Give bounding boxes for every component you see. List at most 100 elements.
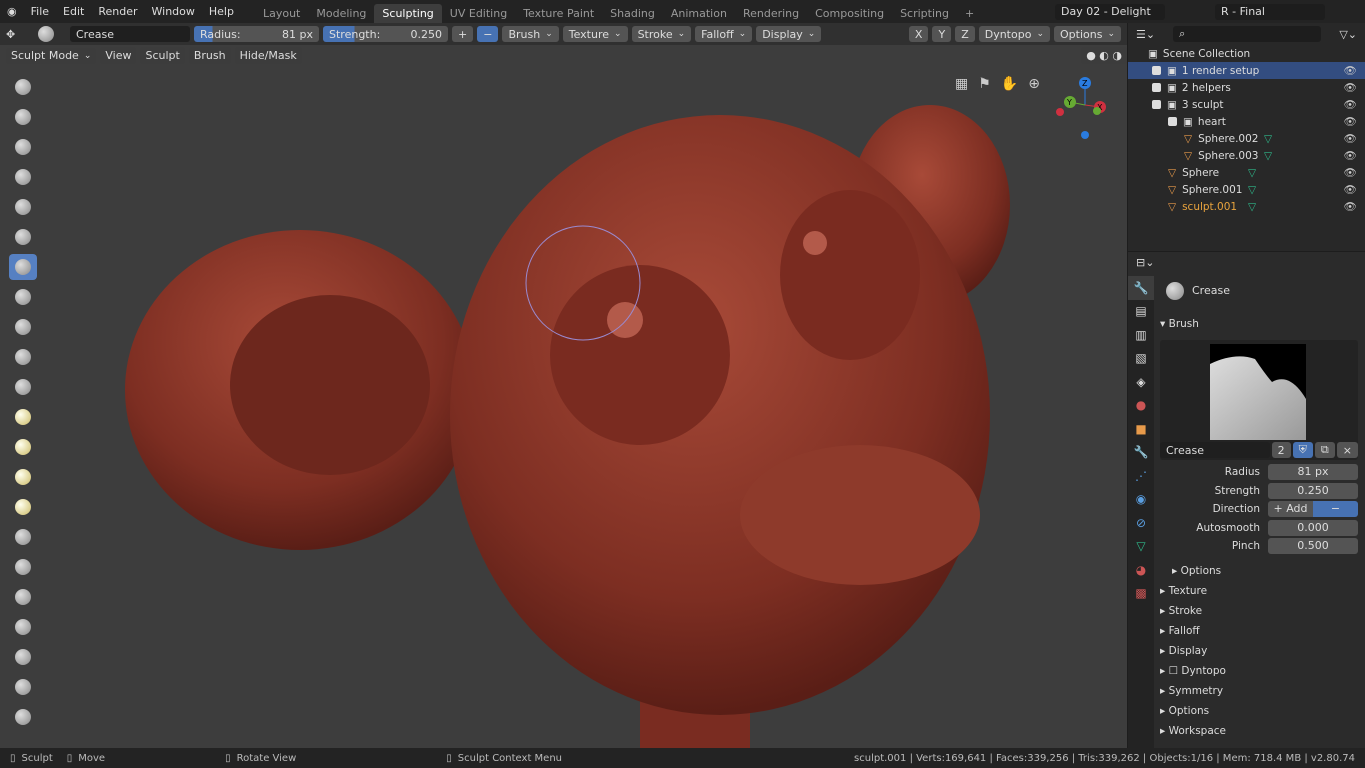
eye-icon[interactable]: 👁: [1344, 115, 1357, 128]
outliner-item[interactable]: ▽ sculpt.001 ▽ 👁: [1128, 198, 1365, 215]
sculpt-tool-4[interactable]: [9, 164, 37, 190]
add-direction-button[interactable]: +: [452, 26, 474, 42]
brush-preview-image[interactable]: [1210, 344, 1306, 440]
eye-icon[interactable]: 👁: [1344, 166, 1357, 179]
hide-mask-menu[interactable]: Hide/Mask: [234, 47, 302, 64]
3d-viewport[interactable]: [0, 45, 1127, 748]
tab-animation[interactable]: Animation: [663, 4, 735, 23]
sculpt-menu[interactable]: Sculpt: [140, 47, 185, 64]
sculpt-tool-18[interactable]: [9, 584, 37, 610]
sculpt-tool-6[interactable]: [9, 224, 37, 250]
brush-name-field[interactable]: Crease: [1160, 442, 1270, 458]
zoom-icon[interactable]: ⊕: [1028, 76, 1040, 92]
camera-icon[interactable]: ⚑: [978, 76, 991, 92]
radius-slider[interactable]: 81 px: [1268, 464, 1358, 481]
panel-texture[interactable]: ▸ Texture: [1160, 585, 1207, 597]
blender-logo-icon[interactable]: ◉: [0, 5, 24, 18]
sculpt-tool-10[interactable]: [9, 344, 37, 370]
hand-icon[interactable]: ✋: [1001, 76, 1018, 92]
sculpt-tool-11[interactable]: [9, 374, 37, 400]
tab-compositing[interactable]: Compositing: [807, 4, 892, 23]
strength-slider[interactable]: 0.250: [1268, 483, 1358, 500]
tool-settings-icon[interactable]: ✥: [6, 28, 34, 41]
outliner-item[interactable]: ▣ 1 render setup 👁: [1128, 62, 1365, 79]
outliner-item[interactable]: ▽ Sphere ▽ 👁: [1128, 164, 1365, 181]
options-menu[interactable]: Options: [1054, 26, 1121, 42]
radius-field[interactable]: Radius: 81 px: [194, 26, 319, 42]
sculpt-tool-19[interactable]: [9, 614, 37, 640]
data-tab-icon[interactable]: ▽: [1128, 535, 1154, 559]
view-layer-tab-icon[interactable]: ▧: [1128, 347, 1154, 371]
outliner-item[interactable]: ▣ 2 helpers 👁: [1128, 79, 1365, 96]
mode-selector[interactable]: Sculpt Mode: [6, 47, 97, 64]
tool-tab-icon[interactable]: 🔧: [1128, 276, 1154, 300]
fake-user-shield-icon[interactable]: ⛨: [1292, 442, 1313, 458]
tab-texture-paint[interactable]: Texture Paint: [515, 4, 602, 23]
sculpt-tool-3[interactable]: [9, 134, 37, 160]
world-tab-icon[interactable]: ●: [1128, 394, 1154, 418]
brush-menu[interactable]: Brush: [502, 26, 559, 42]
shading-solid-icon[interactable]: ● ◐ ◑: [1081, 47, 1127, 64]
display-mode-icon[interactable]: ☰⌄: [1136, 28, 1155, 41]
panel-symmetry[interactable]: ▸ Symmetry: [1160, 685, 1223, 697]
tab-scripting[interactable]: Scripting: [892, 4, 957, 23]
falloff-menu[interactable]: Falloff: [695, 26, 753, 42]
outliner-item[interactable]: ▽ Sphere.003 ▽ 👁: [1128, 147, 1365, 164]
tab-shading[interactable]: Shading: [602, 4, 663, 23]
output-tab-icon[interactable]: ▥: [1128, 323, 1154, 347]
eye-icon[interactable]: 👁: [1344, 200, 1357, 213]
subtract-direction-button[interactable]: −: [477, 26, 499, 42]
menu-edit[interactable]: Edit: [56, 5, 91, 18]
panel-dyntopo[interactable]: ▸ ☐ Dyntopo: [1160, 665, 1226, 677]
panel-workspace[interactable]: ▸ Workspace: [1160, 725, 1226, 737]
checkbox-icon[interactable]: [1152, 83, 1161, 92]
outliner-item[interactable]: ▣ 3 sculpt 👁: [1128, 96, 1365, 113]
dyntopo-menu[interactable]: Dyntopo: [978, 26, 1050, 42]
close-icon[interactable]: ×: [1336, 442, 1358, 458]
outliner-item[interactable]: ▣ heart 👁: [1128, 113, 1365, 130]
menu-file[interactable]: File: [24, 5, 56, 18]
sculpt-tool-8[interactable]: [9, 284, 37, 310]
menu-render[interactable]: Render: [91, 5, 144, 18]
eye-icon[interactable]: 👁: [1344, 132, 1357, 145]
stroke-menu[interactable]: Stroke: [631, 26, 692, 42]
eye-icon[interactable]: 👁: [1344, 64, 1357, 77]
options-subpanel[interactable]: ▸ Options: [1172, 565, 1221, 577]
sculpt-tool-5[interactable]: [9, 194, 37, 220]
checkbox-icon[interactable]: [1152, 100, 1161, 109]
sculpt-tool-14[interactable]: [9, 464, 37, 490]
sculpt-tool-22[interactable]: [9, 704, 37, 730]
particles-tab-icon[interactable]: ⋰: [1128, 464, 1154, 488]
checkbox-icon[interactable]: [1168, 117, 1177, 126]
physics-tab-icon[interactable]: ◉: [1128, 488, 1154, 512]
render-tab-icon[interactable]: ▤: [1128, 300, 1154, 324]
panel-stroke[interactable]: ▸ Stroke: [1160, 605, 1202, 617]
grid-icon[interactable]: ▦: [955, 76, 968, 92]
panel-options[interactable]: ▸ Options: [1160, 705, 1209, 717]
strength-field[interactable]: Strength: 0.250: [323, 26, 448, 42]
outliner-search[interactable]: ⌕: [1173, 26, 1322, 42]
eye-icon[interactable]: 👁: [1344, 98, 1357, 111]
scene-collection[interactable]: ▣ Scene Collection: [1128, 45, 1365, 62]
modifier-tab-icon[interactable]: 🔧: [1128, 441, 1154, 465]
tab-uv-editing[interactable]: UV Editing: [442, 4, 515, 23]
sculpt-tool-7[interactable]: [9, 254, 37, 280]
texture-menu[interactable]: Texture: [562, 26, 628, 42]
menu-help[interactable]: Help: [202, 5, 241, 18]
symmetry-x[interactable]: X: [908, 26, 929, 42]
sculpt-tool-1[interactable]: [9, 74, 37, 100]
brush-icon[interactable]: [38, 26, 54, 42]
eye-icon[interactable]: 👁: [1344, 183, 1357, 196]
sculpt-tool-15[interactable]: [9, 494, 37, 520]
tab-sculpting[interactable]: Sculpting: [374, 3, 442, 23]
duplicate-icon[interactable]: ⧉: [1314, 442, 1335, 458]
panel-display[interactable]: ▸ Display: [1160, 645, 1207, 657]
autosmooth-slider[interactable]: 0.000: [1268, 520, 1358, 537]
tab-layout[interactable]: Layout: [255, 4, 308, 23]
brush-users-count[interactable]: 2: [1271, 442, 1291, 458]
symmetry-y[interactable]: Y: [932, 26, 952, 42]
sculpt-tool-20[interactable]: [9, 644, 37, 670]
brush-menu-viewport[interactable]: Brush: [188, 47, 231, 64]
tab-rendering[interactable]: Rendering: [735, 4, 807, 23]
constraints-tab-icon[interactable]: ⊘: [1128, 511, 1154, 535]
